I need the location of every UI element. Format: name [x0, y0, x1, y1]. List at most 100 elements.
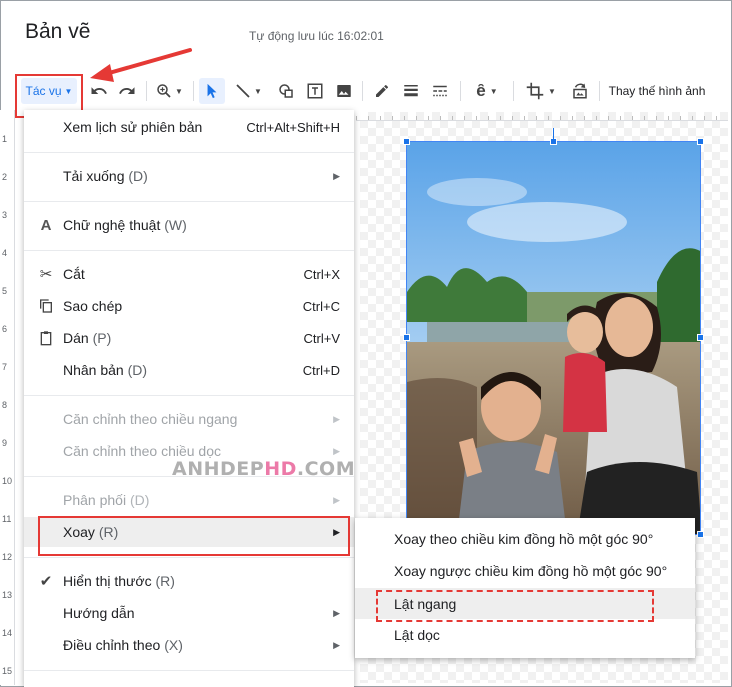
image-icon [337, 85, 351, 97]
resize-handle[interactable] [697, 334, 704, 341]
select-tool-button[interactable] [199, 78, 225, 104]
shape-tool-button[interactable] [274, 78, 298, 104]
menu-item-shortcut: Ctrl+Alt+Shift+H [246, 119, 340, 135]
image-options-icon: ȇ [476, 81, 486, 100]
selected-photo[interactable] [406, 141, 701, 535]
flip-horizontal-highlight-box [376, 590, 654, 622]
border-color-button[interactable] [370, 78, 394, 104]
copy-icon [37, 297, 55, 315]
menu-separator [24, 250, 354, 251]
toolbar-separator [513, 81, 514, 101]
submenu-arrow-icon: ▶ [333, 170, 340, 181]
zoom-button[interactable]: ▼ [152, 78, 186, 104]
caret-down-icon: ▼ [175, 86, 183, 96]
image-options-button[interactable]: ȇ ▼ [468, 78, 506, 104]
menu-separator [24, 201, 354, 202]
reset-image-icon [573, 83, 587, 99]
ruler-number: 9 [2, 438, 8, 448]
redo-button[interactable] [116, 78, 138, 104]
ruler-number: 3 [2, 210, 8, 220]
border-dash-button[interactable] [428, 78, 452, 104]
toolbar-separator [599, 81, 600, 101]
caret-down-icon: ▼ [254, 86, 262, 96]
menu-item-version-history[interactable]: Xem lịch sử phiên bản Ctrl+Alt+Shift+H [24, 112, 354, 142]
ruler-number: 11 [2, 514, 12, 524]
watermark-logo: ANHDEPHD.COM [172, 458, 356, 480]
menu-item-cut[interactable]: ✂ Cắt Ctrl+X [24, 259, 354, 289]
menu-separator [24, 670, 354, 671]
undo-button[interactable] [88, 78, 110, 104]
line-tool-button[interactable]: ▼ [230, 78, 266, 104]
replace-image-button[interactable]: Thay thế hình ảnh [605, 78, 709, 104]
cursor-arrow-icon [207, 83, 217, 99]
pencil-icon [376, 84, 388, 97]
toolbar-separator [460, 81, 461, 101]
zoom-icon [157, 84, 171, 98]
menu-item-snap-to[interactable]: Điều chỉnh theo (X) ▶ [24, 630, 354, 660]
document-title[interactable]: Bản vẽ [25, 20, 90, 44]
insert-image-button[interactable] [332, 78, 356, 104]
submenu-item-rotate-counterclockwise[interactable]: Xoay ngược chiều kim đồng hồ một góc 90° [355, 555, 695, 586]
menu-item-label: Chữ nghệ thuật [63, 217, 161, 233]
submenu-item-rotate-clockwise[interactable]: Xoay theo chiều kim đồng hồ một góc 90° [355, 523, 695, 554]
menu-item-label: Nhân bản [63, 362, 124, 378]
checkmark-icon: ✔ [39, 573, 53, 590]
menu-item-shortcut: Ctrl+D [302, 362, 340, 378]
family-photo-image [407, 142, 700, 534]
menu-item-shortcut: Ctrl+X [303, 266, 340, 282]
toolbar-separator [146, 81, 147, 101]
rotate-highlight-box [38, 516, 350, 556]
resize-handle[interactable] [697, 138, 704, 145]
ruler-number: 5 [2, 286, 8, 296]
horizontal-ruler [356, 110, 728, 121]
menu-item-paste[interactable]: Dán (P) Ctrl+V [24, 323, 354, 353]
resize-handle[interactable] [403, 334, 410, 341]
resize-handle[interactable] [697, 531, 704, 538]
submenu-item-label: Xoay ngược chiều kim đồng hồ một góc 90° [394, 562, 668, 579]
menu-item-distribute: Phân phối (D) ▶ [24, 485, 354, 515]
redo-icon [119, 87, 135, 94]
menu-separator [24, 152, 354, 153]
border-weight-button[interactable] [399, 78, 423, 104]
menu-item-word-art[interactable]: A Chữ nghệ thuật (W) [24, 210, 354, 240]
menu-item-label: Dán [63, 330, 89, 346]
menu-item-copy[interactable]: Sao chép Ctrl+C [24, 291, 354, 321]
menu-item-accel: (D) [129, 492, 150, 508]
crop-button[interactable]: ▼ [521, 78, 561, 104]
menu-item-accel: (W) [164, 217, 187, 233]
submenu-item-label: Xoay theo chiều kim đồng hồ một góc 90° [394, 530, 654, 547]
menu-item-accel: (D) [127, 362, 148, 378]
undo-icon [91, 87, 107, 94]
menu-item-accel: (R) [155, 573, 175, 589]
submenu-item-label: Lật dọc [394, 626, 440, 643]
menu-item-label: Điều chỉnh theo [63, 637, 161, 653]
ruler-number: 2 [2, 172, 8, 182]
menu-separator [24, 395, 354, 396]
menu-item-accel: (D) [128, 168, 148, 184]
menu-item-label: Xem lịch sử phiên bản [63, 119, 203, 135]
menu-item-label: Cắt [63, 266, 85, 282]
menu-item-download[interactable]: Tải xuống (D) ▶ [24, 161, 354, 191]
word-art-icon: A [40, 216, 52, 234]
text-box-button[interactable] [303, 78, 327, 104]
resize-handle[interactable] [403, 138, 410, 145]
ruler-number: 1 [2, 134, 8, 144]
submenu-arrow-icon: ▶ [333, 607, 340, 618]
submenu-item-flip-vertical[interactable]: Lật dọc [355, 619, 695, 650]
menu-item-label: Căn chỉnh theo chiều ngang [63, 411, 238, 427]
submenu-arrow-icon: ▶ [333, 413, 340, 424]
menu-item-show-ruler[interactable]: ✔ Hiển thị thước (R) [24, 566, 354, 596]
caret-down-icon: ▼ [548, 86, 556, 96]
menu-item-align-horizontal: Căn chỉnh theo chiều ngang ▶ [24, 404, 354, 434]
menu-item-guides[interactable]: Hướng dẫn ▶ [24, 598, 354, 628]
menu-item-accel: (P) [92, 330, 112, 346]
menu-item-label: Căn chỉnh theo chiều dọc [63, 443, 221, 459]
crop-icon [526, 82, 544, 100]
menu-item-duplicate[interactable]: Nhân bản (D) Ctrl+D [24, 355, 354, 385]
vertical-ruler: 1 2 3 4 5 6 7 8 9 10 11 12 13 14 15 [0, 110, 15, 685]
ruler-number: 13 [2, 590, 13, 600]
reset-image-button[interactable] [567, 78, 593, 104]
ruler-number: 4 [2, 248, 8, 258]
submenu-arrow-icon: ▶ [333, 639, 340, 650]
ruler-number: 15 [2, 666, 13, 676]
